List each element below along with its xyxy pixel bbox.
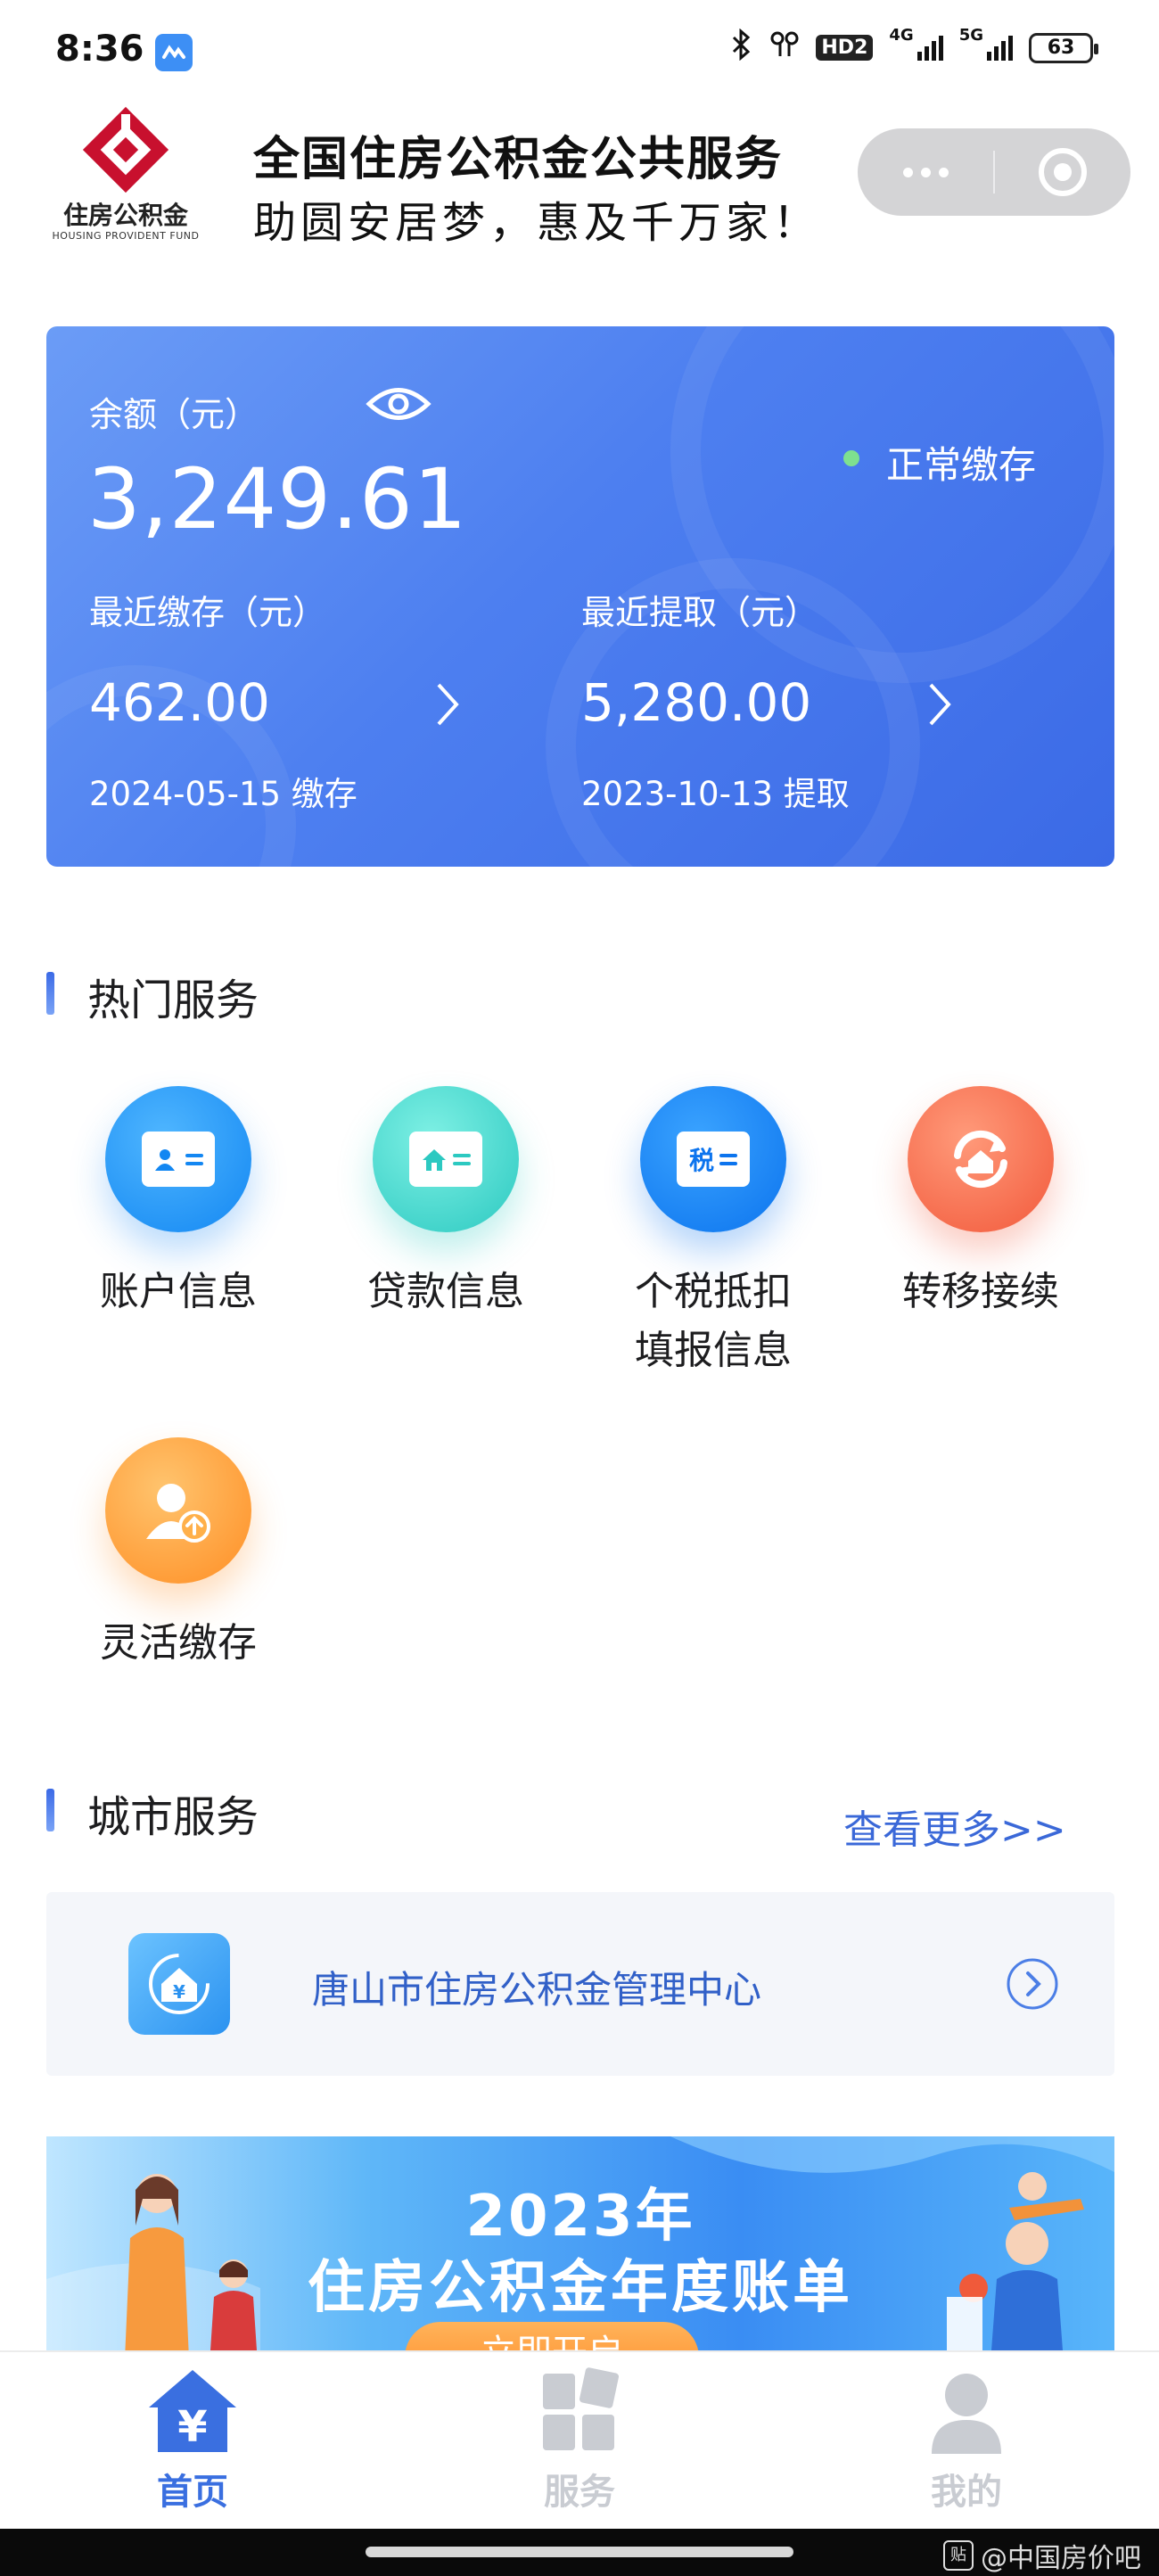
- close-target-icon: [1039, 148, 1087, 196]
- bottom-tab-bar: ¥ 首页 服务 我的: [0, 2350, 1159, 2529]
- net-5g-label: 5G: [958, 25, 983, 45]
- recent-withdraw-amount[interactable]: 5,280.00: [581, 672, 811, 733]
- recent-deposit-amount[interactable]: 462.00: [89, 672, 270, 733]
- tieba-badge-icon: 贴: [943, 2540, 974, 2571]
- close-mini-program-button[interactable]: [995, 128, 1130, 216]
- system-navigation-bar: 贴 @中国房价吧: [0, 2529, 1159, 2576]
- logo-subtitle: HOUSING PROVIDENT FUND: [52, 230, 200, 242]
- transfer-icon: [908, 1086, 1054, 1232]
- tax-card-icon: 税: [640, 1086, 786, 1232]
- recent-deposit-chevron-icon[interactable]: [426, 676, 469, 733]
- person-upload-icon: [105, 1437, 251, 1584]
- house-card-icon: [373, 1086, 519, 1232]
- eye-icon[interactable]: [366, 382, 432, 426]
- recent-deposit-date: 2024-05-15 缴存: [89, 775, 358, 813]
- service-label: 贷款信息: [367, 1269, 524, 1314]
- service-transfer[interactable]: 转移接续: [847, 1086, 1114, 1321]
- tax-glyph: 税: [688, 1146, 714, 1175]
- watermark: 贴 @中国房价吧: [943, 2536, 1141, 2575]
- balance-card: 余额（元） 3,249.61 正常缴存 最近缴存（元） 462.00 2024-…: [46, 326, 1114, 867]
- account-card-icon: [105, 1086, 251, 1232]
- city-services-title: 城市服务: [87, 1792, 259, 1842]
- tab-label: 服务: [544, 2472, 615, 2513]
- tab-profile[interactable]: 我的: [851, 2365, 1082, 2514]
- recent-withdraw-date: 2023-10-13 提取: [581, 775, 850, 813]
- net-4g-label: 4G: [889, 25, 914, 45]
- watermark-text: @中国房价吧: [981, 2543, 1141, 2574]
- balance-amount: 3,249.61: [87, 451, 468, 548]
- service-label: 个税抵扣 填报信息: [580, 1263, 847, 1380]
- mini-program-header: 住房公积金 HOUSING PROVIDENT FUND 全国住房公积金公共服务…: [0, 105, 1159, 257]
- page-slogan: 助圆安居梦，惠及千万家！: [253, 198, 821, 248]
- city-service-item[interactable]: ¥ 唐山市住房公积金管理中心: [46, 1892, 1114, 2076]
- tab-services[interactable]: 服务: [464, 2365, 695, 2514]
- service-loan-info[interactable]: 贷款信息: [312, 1086, 580, 1321]
- open-statement-button[interactable]: 立即开启: [405, 2322, 699, 2350]
- city-service-name: 唐山市住房公积金管理中心: [312, 1968, 762, 2012]
- service-account-info[interactable]: 账户信息: [45, 1086, 312, 1321]
- status-dot: [843, 450, 859, 466]
- page-title: 全国住房公积金公共服务: [253, 133, 784, 186]
- status-time: 8:36: [55, 29, 144, 70]
- more-options-button[interactable]: [858, 128, 993, 216]
- hot-services-title: 热门服务: [87, 975, 259, 1025]
- deposit-status: 正常缴存: [886, 443, 1037, 487]
- provident-fund-logo: 住房公积金 HOUSING PROVIDENT FUND: [41, 105, 210, 248]
- chevron-right-circle-icon[interactable]: [1006, 1957, 1059, 2011]
- tab-label: 我的: [931, 2472, 1002, 2513]
- home-yuan-icon: ¥: [144, 2365, 242, 2457]
- balance-label: 余额（元）: [89, 395, 259, 434]
- app-screen: 8:36 HD2 4G 5G 63 住房公积金 HOUSING PROVIDEN…: [0, 0, 1159, 2576]
- recent-withdraw-label: 最近提取（元）: [581, 593, 819, 632]
- tab-home[interactable]: ¥ 首页: [77, 2365, 308, 2514]
- logo-text: 住房公积金: [62, 201, 188, 230]
- grid-icon: [530, 2365, 629, 2457]
- service-label-line2: 填报信息: [635, 1328, 792, 1373]
- tab-label: 首页: [157, 2472, 228, 2513]
- service-label: 灵活缴存: [100, 1620, 257, 1666]
- battery-icon: 63: [1029, 32, 1098, 63]
- service-label: 账户信息: [100, 1269, 257, 1314]
- signal-5g-icon: 5G: [959, 26, 1013, 61]
- recent-deposit-label: 最近缴存（元）: [89, 593, 327, 632]
- svg-text:¥: ¥: [177, 2402, 207, 2452]
- service-tax-deduction[interactable]: 税 个税抵扣 填报信息: [580, 1086, 847, 1380]
- hot-services-accent: [46, 972, 54, 1015]
- hd-badge: HD2: [816, 35, 874, 61]
- earbuds-icon: [769, 29, 800, 66]
- recent-withdraw-chevron-icon[interactable]: [918, 676, 961, 733]
- see-more-link[interactable]: 查看更多>>: [843, 1798, 1066, 1855]
- home-indicator[interactable]: [366, 2547, 793, 2557]
- annual-statement-banner[interactable]: 2023年 住房公积金年度账单 立即开启: [46, 2136, 1114, 2350]
- service-label-line1: 个税抵扣: [635, 1269, 792, 1314]
- service-flexible-deposit[interactable]: 灵活缴存: [45, 1437, 312, 1673]
- app-notification-icon: [155, 34, 193, 71]
- user-icon: [917, 2365, 1015, 2457]
- status-bar: 8:36 HD2 4G 5G 63: [0, 0, 1159, 105]
- banner-year: 2023年: [465, 2184, 695, 2250]
- banner-title: 住房公积金年度账单: [308, 2255, 853, 2321]
- mini-program-capsule: [858, 128, 1130, 216]
- bluetooth-icon: [730, 28, 753, 67]
- status-indicators: HD2 4G 5G 63: [730, 26, 1098, 67]
- city-fund-icon: ¥: [128, 1933, 230, 2035]
- city-services-accent: [46, 1789, 54, 1831]
- service-label: 转移接续: [902, 1269, 1059, 1314]
- signal-4g-icon: 4G: [889, 26, 943, 61]
- svg-text:¥: ¥: [173, 1981, 185, 2003]
